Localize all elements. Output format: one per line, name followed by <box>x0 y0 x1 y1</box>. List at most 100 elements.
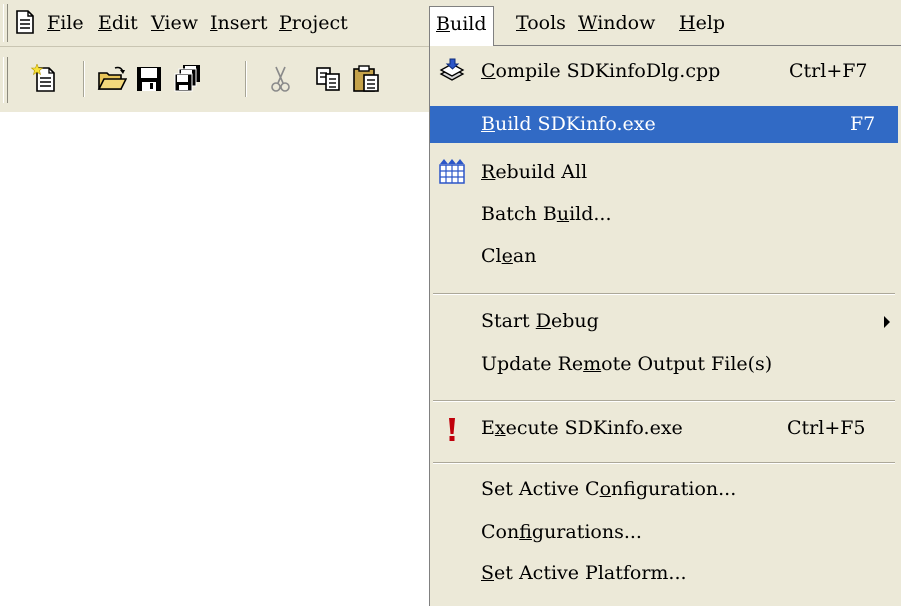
standard-toolbar <box>0 47 434 112</box>
menu-view-key: V <box>151 12 165 34</box>
menu-insert-key: I <box>210 12 218 34</box>
save-all-icon[interactable] <box>172 64 202 94</box>
menu-project-key: P <box>279 12 292 34</box>
set-active-platform-key: S <box>481 562 495 584</box>
update-remote-pre: Update Re <box>481 353 584 375</box>
start-debug-pre: Start <box>481 310 536 332</box>
clean-pre: Cl <box>481 245 502 267</box>
menu-insert-post: nsert <box>217 12 268 34</box>
cut-icon[interactable] <box>266 64 296 94</box>
start-debug-key: D <box>535 310 551 332</box>
copy-icon[interactable] <box>314 64 344 94</box>
configurations-label: Configurations... <box>481 514 642 551</box>
clean-key: e <box>501 245 513 267</box>
menu-insert[interactable]: Insert <box>204 6 273 40</box>
set-active-platform-post: et Active Platform... <box>494 562 687 584</box>
menu-item-batch-build[interactable]: Batch Build... <box>430 196 898 233</box>
batch-build-key: u <box>556 203 570 225</box>
rebuild-all-key: R <box>481 161 496 183</box>
menu-item-execute[interactable]: Execute SDKinfo.exe Ctrl+F5 <box>430 410 898 447</box>
clean-label: Clean <box>481 238 536 275</box>
compile-shortcut: Ctrl+F7 <box>789 60 868 82</box>
execute-post: ecute SDKinfo.exe <box>505 417 683 439</box>
set-active-config-pre: Set Active C <box>481 478 600 500</box>
menu-file[interactable]: File <box>41 6 90 40</box>
menu-separator <box>433 293 895 295</box>
menu-project-post: roject <box>291 12 348 34</box>
build-key: B <box>481 113 495 135</box>
menu-tools-post: ools <box>527 12 566 34</box>
menu-edit[interactable]: Edit <box>92 6 144 40</box>
menu-help[interactable]: Help <box>673 6 731 40</box>
toolbar-separator <box>83 61 84 97</box>
menu-separator <box>433 400 895 402</box>
menu-project[interactable]: Project <box>273 6 354 40</box>
menu-file-post: ile <box>60 12 84 34</box>
execute-label: Execute SDKinfo.exe <box>481 410 683 447</box>
start-debug-label: Start Debug <box>481 303 599 340</box>
menubar-grip[interactable] <box>3 4 8 42</box>
execute-icon <box>438 415 466 443</box>
compile-icon <box>438 58 466 86</box>
menu-edit-key: E <box>98 12 112 34</box>
menu-build-post: uild <box>449 13 487 35</box>
toolbar-separator <box>245 61 246 97</box>
execute-pre: E <box>481 417 495 439</box>
menu-tools-key: T <box>516 12 528 34</box>
menu-item-configurations[interactable]: Configurations... <box>430 514 898 551</box>
menu-item-update-remote[interactable]: Update Remote Output File(s) <box>430 346 898 383</box>
compile-key: C <box>481 60 496 82</box>
set-active-config-label: Set Active Configuration... <box>481 471 736 508</box>
menu-item-build[interactable]: Build SDKinfo.exe F7 <box>430 106 898 143</box>
build-label: Build SDKinfo.exe <box>481 106 656 143</box>
update-remote-key: m <box>583 353 602 375</box>
build-menu-dropdown: Compile SDKinfoDlg.cpp Ctrl+F7 Build SDK… <box>429 45 901 606</box>
set-active-config-key: o <box>599 478 612 500</box>
compile-label: Compile SDKinfoDlg.cpp <box>481 53 720 90</box>
menu-item-start-debug[interactable]: Start Debug <box>430 303 898 340</box>
menu-help-key: H <box>679 12 696 34</box>
new-text-file-icon[interactable] <box>30 63 60 94</box>
menu-window-post: indow <box>597 12 656 34</box>
menu-item-rebuild-all[interactable]: Rebuild All <box>430 154 898 191</box>
menu-window-key: W <box>578 12 598 34</box>
menu-item-compile[interactable]: Compile SDKinfoDlg.cpp Ctrl+F7 <box>430 53 898 90</box>
configurations-pre: Con <box>481 521 520 543</box>
menu-edit-post: dit <box>111 12 138 34</box>
build-shortcut: F7 <box>850 113 876 135</box>
rebuild-all-label: Rebuild All <box>481 154 587 191</box>
configurations-key: f <box>519 521 532 543</box>
rebuild-all-icon <box>438 159 466 187</box>
menu-help-post: elp <box>695 12 726 34</box>
set-active-config-post: nfiguration... <box>611 478 737 500</box>
batch-build-pre: Batch B <box>481 203 557 225</box>
menu-view-post: iew <box>164 12 198 34</box>
update-remote-label: Update Remote Output File(s) <box>481 346 772 383</box>
batch-build-post: ild... <box>569 203 612 225</box>
start-debug-post: ebug <box>550 310 599 332</box>
paste-icon[interactable] <box>352 64 382 94</box>
menu-item-set-active-configuration[interactable]: Set Active Configuration... <box>430 471 898 508</box>
submenu-arrow-icon <box>884 316 890 328</box>
save-icon[interactable] <box>134 64 164 94</box>
menu-bar: File Edit View Insert Project Build Tool… <box>0 0 901 47</box>
build-post: uild SDKinfo.exe <box>494 113 656 135</box>
menu-item-clean[interactable]: Clean <box>430 238 898 275</box>
document-icon[interactable] <box>14 10 36 39</box>
open-folder-icon[interactable] <box>97 64 128 94</box>
menu-tools[interactable]: Tools <box>510 6 572 40</box>
batch-build-label: Batch Build... <box>481 196 612 233</box>
menu-separator <box>433 462 895 464</box>
rebuild-all-post: ebuild All <box>495 161 588 183</box>
menu-item-set-active-platform[interactable]: Set Active Platform... <box>430 555 898 592</box>
menu-build[interactable]: Build <box>429 6 494 46</box>
menu-view[interactable]: View <box>145 6 204 40</box>
configurations-post: igurations... <box>531 521 642 543</box>
clean-post: an <box>512 245 537 267</box>
execute-key: x <box>494 417 506 439</box>
execute-shortcut: Ctrl+F5 <box>787 417 866 439</box>
toolbar-grip[interactable] <box>3 57 8 103</box>
menu-file-key: F <box>47 12 61 34</box>
set-active-platform-label: Set Active Platform... <box>481 555 687 592</box>
menu-window[interactable]: Window <box>572 6 661 40</box>
